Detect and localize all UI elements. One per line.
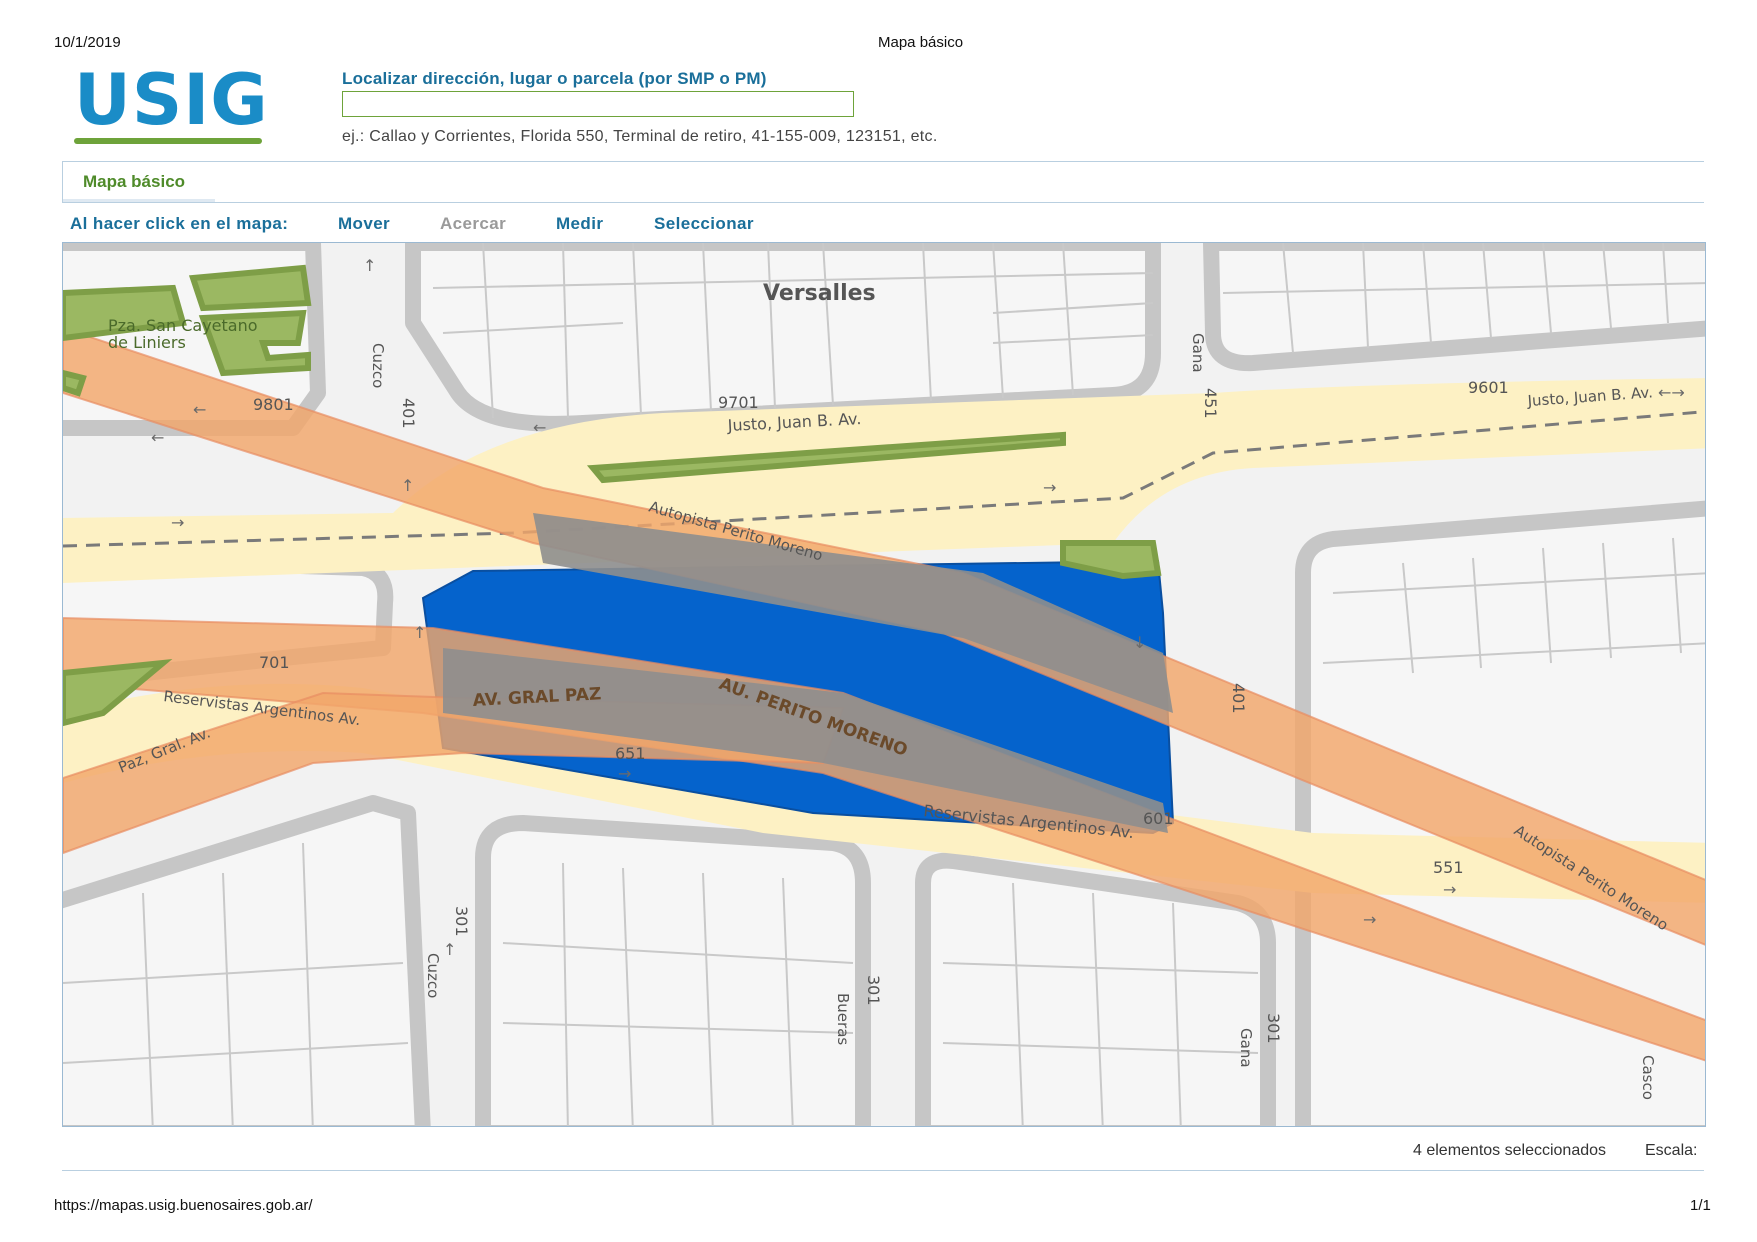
print-date: 10/1/2019 (54, 34, 121, 51)
svg-text:→: → (618, 764, 631, 783)
status-bottom-border (62, 1170, 1704, 1171)
svg-text:→: → (1443, 880, 1456, 899)
label-plaza-line2: de Liniers (108, 333, 186, 352)
tool-medir[interactable]: Medir (556, 214, 603, 234)
label-701: 701 (259, 653, 290, 672)
label-401b: 401 (1229, 683, 1248, 714)
tab-bar: Mapa básico (62, 162, 1705, 203)
label-601: 601 (1143, 809, 1174, 828)
svg-text:↓: ↓ (1133, 633, 1146, 652)
usig-logo[interactable]: USIG (74, 59, 269, 144)
svg-text:↑: ↑ (413, 623, 426, 642)
search-hint: ej.: Callao y Corrientes, Florida 550, T… (342, 128, 938, 145)
label-casco: Casco (1639, 1055, 1657, 1100)
tool-mover[interactable]: Mover (338, 214, 390, 234)
label-gana-top: Gana (1189, 333, 1207, 373)
svg-text:→: → (1363, 910, 1376, 929)
svg-text:←: ← (533, 418, 546, 437)
label-9801: 9801 (253, 395, 294, 414)
tab-mapa-basico[interactable]: Mapa básico (83, 172, 185, 192)
svg-text:←→: ←→ (1658, 383, 1685, 402)
label-651: 651 (615, 744, 646, 763)
label-301c: 301 (1264, 1013, 1283, 1044)
map-canvas[interactable]: ↑ ← ← ← → ↑ ↑ ↓ ←→ → ↑ → → → Versalles P… (62, 242, 1706, 1127)
search-label: Localizar dirección, lugar o parcela (po… (342, 69, 767, 88)
label-cuzco-top: Cuzco (369, 343, 387, 388)
label-551: 551 (1433, 858, 1464, 877)
scale-label: Escala: (1645, 1142, 1698, 1159)
svg-text:→: → (171, 513, 184, 532)
label-401a: 401 (399, 398, 418, 429)
svg-text:↑: ↑ (443, 940, 456, 959)
label-451: 451 (1201, 388, 1220, 419)
footer-page: 1/1 (1690, 1197, 1711, 1214)
label-gana-bottom: Gana (1237, 1028, 1255, 1068)
svg-text:←: ← (193, 400, 206, 419)
svg-text:→: → (1043, 478, 1056, 497)
label-neighborhood: Versalles (763, 281, 876, 306)
label-301b: 301 (864, 975, 883, 1006)
selection-count: 4 elementos seleccionados (1413, 1142, 1607, 1159)
tab-bottom-border (62, 202, 1704, 203)
label-301a: 301 (452, 906, 471, 937)
toolbar-prompt: Al hacer click en el mapa: (70, 214, 289, 233)
label-9701: 9701 (718, 393, 759, 412)
footer-url: https://mapas.usig.buenosaires.gob.ar/ (54, 1197, 313, 1214)
tool-acercar[interactable]: Acercar (440, 214, 506, 234)
svg-text:↑: ↑ (401, 476, 414, 495)
label-bueras: Bueras (834, 993, 852, 1045)
svg-text:←: ← (151, 428, 164, 447)
label-cuzco-bottom: Cuzco (424, 953, 442, 998)
svg-text:↑: ↑ (363, 256, 376, 275)
tool-seleccionar[interactable]: Seleccionar (654, 214, 754, 234)
label-9601: 9601 (1468, 378, 1509, 397)
logo-text: USIG (74, 59, 269, 141)
search-input[interactable] (342, 91, 854, 117)
print-title: Mapa básico (878, 34, 964, 51)
